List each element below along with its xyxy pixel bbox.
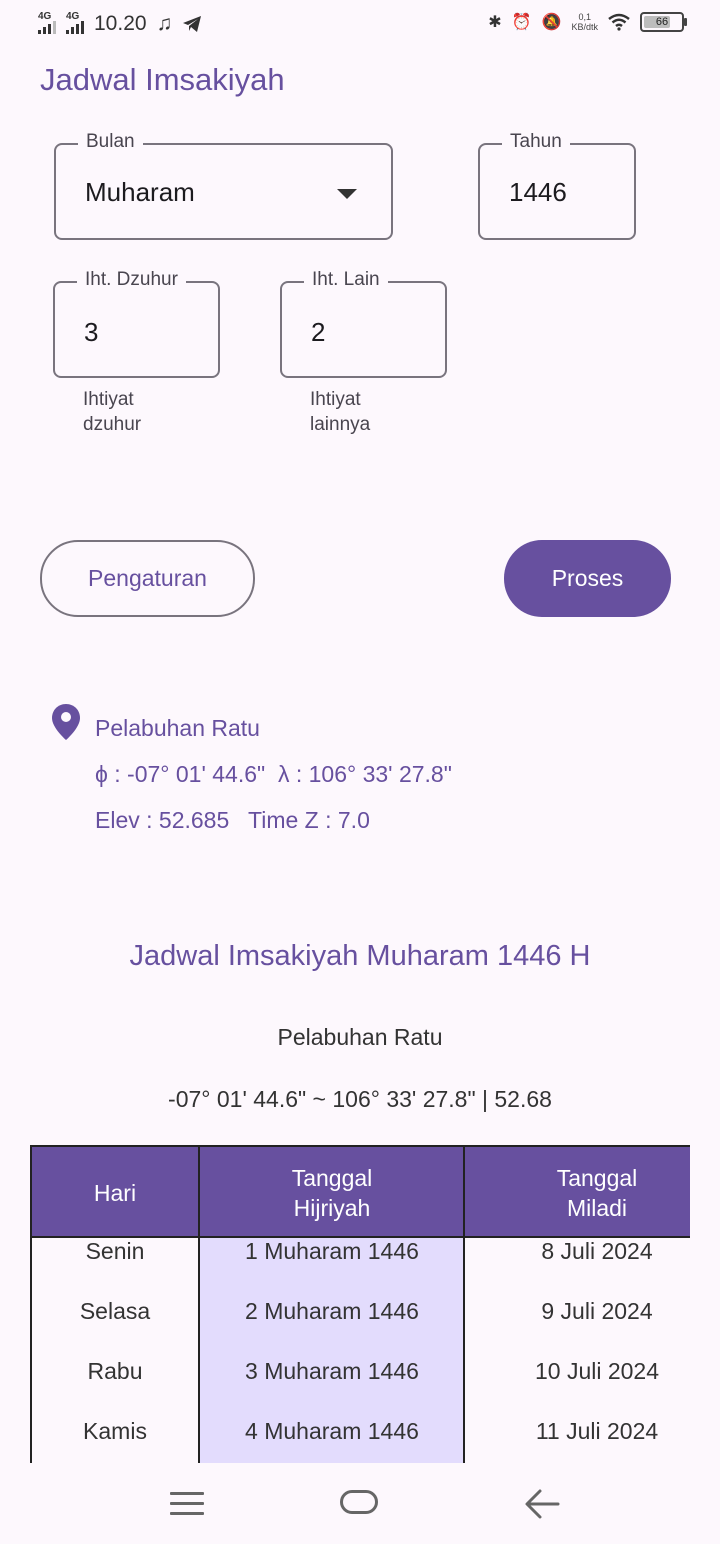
page-title: Jadwal Imsakiyah — [40, 62, 285, 97]
wifi-icon — [608, 13, 630, 31]
bulan-label: Bulan — [78, 131, 143, 153]
clock: 10.20 — [94, 12, 147, 35]
header-hari: Hari — [93, 1179, 137, 1206]
cell-hijriyah: 4 Muharam 1446 — [245, 1418, 419, 1444]
schedule-title: Jadwal Imsakiyah Muharam 1446 H — [129, 940, 591, 972]
recent-apps-icon[interactable] — [170, 1492, 204, 1522]
schedule-table: Hari Tanggal Hijriyah Tanggal Miladi Sen… — [30, 1145, 690, 1463]
net-speed-unit: KB/dtk — [571, 22, 598, 32]
mute-notification-icon: 🔕 — [541, 14, 562, 31]
schedule-place: Pelabuhan Ratu — [277, 1024, 443, 1050]
bluetooth-icon: ✱ — [488, 14, 502, 31]
header-hijriyah: Tanggal Hijriyah — [291, 1164, 373, 1221]
status-bar: 4G 4G 10.20 ♫ ✱ ⏰ 🔕 0,1 KB/dtk 66 — [0, 0, 720, 54]
cell-hari: Senin — [85, 1238, 145, 1264]
cell-hijriyah: 2 Muharam 1446 — [245, 1298, 419, 1324]
settings-button[interactable]: Pengaturan — [40, 540, 255, 617]
net-speed-value: 0,1 — [578, 12, 591, 22]
iht-lain-input[interactable]: Iht. Lain 2 — [280, 269, 447, 378]
iht-dzuhur-value: 3 — [84, 317, 99, 347]
cell-miladi: 10 Juli 2024 — [534, 1358, 660, 1384]
cell-hari: Rabu — [87, 1358, 143, 1384]
status-left: 4G 4G 10.20 ♫ — [38, 11, 202, 36]
bulan-value: Muharam — [85, 177, 195, 207]
signal-icon-2: 4G — [66, 11, 84, 34]
location-name: Pelabuhan Ratu — [95, 715, 260, 741]
tahun-label: Tahun — [502, 131, 570, 153]
iht-dzuhur-label: Iht. Dzuhur — [77, 269, 186, 291]
table-header: Hari Tanggal Hijriyah Tanggal Miladi — [30, 1145, 690, 1238]
cell-hijriyah: 3 Muharam 1446 — [245, 1358, 419, 1384]
cell-hijriyah: 1 Muharam 1446 — [245, 1238, 419, 1264]
iht-lain-value: 2 — [311, 317, 326, 347]
table-row: Senin 1 Muharam 1446 8 Juli 2024 — [30, 1238, 690, 1298]
battery-level: 66 — [655, 16, 669, 28]
table-row: Kamis 4 Muharam 1446 11 Juli 2024 — [30, 1418, 690, 1463]
home-icon[interactable] — [340, 1490, 378, 1514]
table-row: Selasa 2 Muharam 1446 9 Juli 2024 — [30, 1298, 690, 1358]
network-type-2: 4G — [66, 10, 80, 22]
cell-hari: Selasa — [79, 1298, 151, 1324]
iht-dzuhur-input[interactable]: Iht. Dzuhur 3 — [53, 269, 220, 378]
music-icon: ♫ — [156, 12, 173, 35]
schedule-coords: -07° 01' 44.6" ~ 106° 33' 27.8" | 52.68 — [168, 1086, 552, 1112]
process-button[interactable]: Proses — [504, 540, 671, 617]
table-divider-2 — [463, 1145, 465, 1463]
cell-miladi: 11 Juli 2024 — [535, 1418, 659, 1444]
iht-dzuhur-helper: Ihtiyat dzuhur — [83, 389, 142, 435]
signal-icon: 4G — [38, 11, 56, 34]
table-row: Rabu 3 Muharam 1446 10 Juli 2024 — [30, 1358, 690, 1418]
location-pin-icon — [52, 704, 80, 740]
net-speed: 0,1 KB/dtk — [571, 12, 598, 32]
cell-miladi: 9 Juli 2024 — [541, 1298, 653, 1324]
back-icon[interactable] — [524, 1488, 560, 1520]
table-border-left — [30, 1145, 32, 1463]
header-miladi: Tanggal Miladi — [556, 1164, 638, 1221]
tahun-input[interactable]: Tahun 1446 — [478, 131, 636, 240]
location-coords: ϕ : -07° 01' 44.6" λ : 106° 33' 27.8" — [95, 761, 452, 787]
telegram-icon — [183, 16, 202, 32]
cell-miladi: 8 Juli 2024 — [541, 1238, 653, 1264]
cell-hari: Kamis — [83, 1418, 147, 1444]
tahun-value: 1446 — [509, 177, 567, 207]
bulan-dropdown[interactable]: Bulan Muharam — [54, 131, 393, 240]
location-elev: Elev : 52.685 Time Z : 7.0 — [95, 807, 370, 833]
battery-icon: 66 — [640, 12, 687, 32]
alarm-icon: ⏰ — [511, 14, 532, 31]
table-divider-1 — [198, 1145, 200, 1463]
status-right: ✱ ⏰ 🔕 0,1 KB/dtk 66 — [488, 12, 687, 32]
iht-lain-label: Iht. Lain — [304, 269, 388, 291]
iht-lain-helper: Ihtiyat lainnya — [310, 389, 371, 435]
network-type-1: 4G — [38, 10, 52, 22]
dropdown-arrow-icon — [337, 189, 357, 199]
